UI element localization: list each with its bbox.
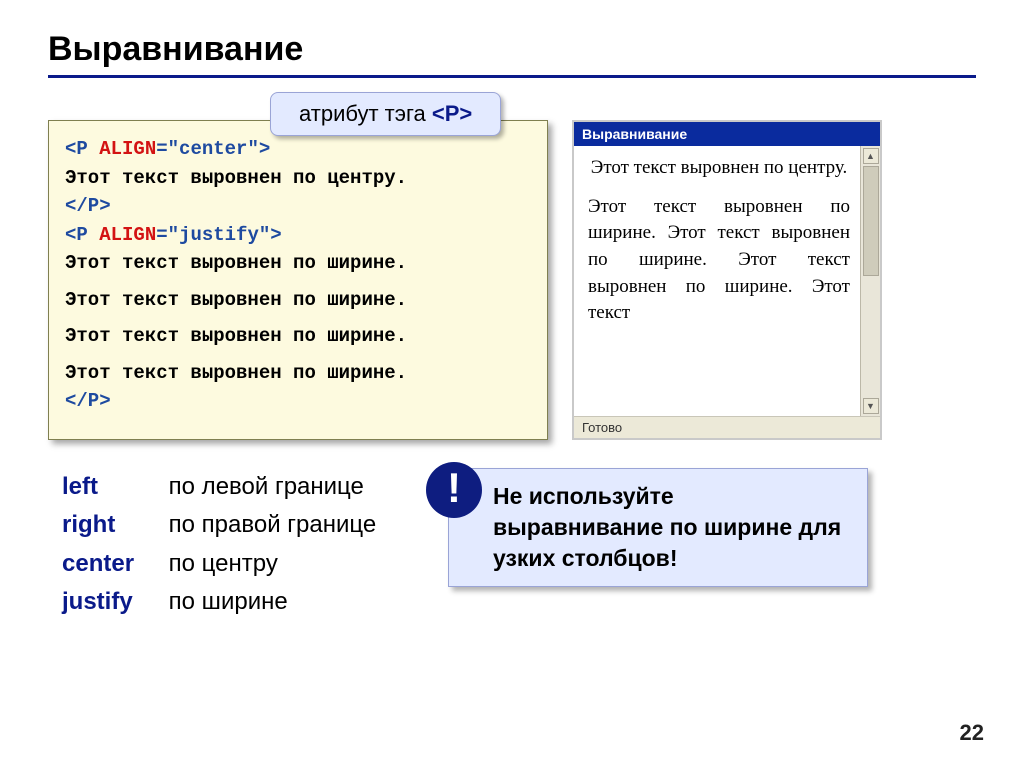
align-item-center: center по центру	[62, 545, 428, 583]
code-line: Этот текст выровнен по ширине.	[65, 322, 531, 351]
code-line: Этот текст выровнен по центру.	[65, 164, 531, 193]
scroll-up-button[interactable]: ▲	[863, 148, 879, 164]
align-keyword: left	[62, 468, 162, 506]
code-attr: ALIGN	[99, 224, 156, 246]
code-line: Этот текст выровнен по ширине.	[65, 249, 531, 278]
align-values-list: left по левой границе right по правой гр…	[48, 468, 428, 622]
browser-body: Этот текст выровнен по центру. Этот текс…	[574, 146, 860, 416]
align-keyword: center	[62, 545, 162, 583]
warning-text: Не используйте выравнивание по ширине дл…	[448, 468, 868, 587]
code-line: </P>	[65, 192, 531, 221]
code-line: <P ALIGN="justify">	[65, 221, 531, 250]
code-line: <P ALIGN="center">	[65, 135, 531, 164]
warning-block: ! Не используйте выравнивание по ширине …	[448, 468, 976, 587]
attribute-callout: атрибут тэга <P>	[270, 92, 501, 136]
exclamation-icon: !	[426, 462, 482, 518]
title-rule	[48, 75, 976, 78]
align-item-justify: justify по ширине	[62, 583, 428, 621]
align-keyword: right	[62, 506, 162, 544]
browser-titlebar: Выравнивание	[574, 122, 880, 146]
code-line: Этот текст выровнен по ширине.	[65, 286, 531, 315]
align-item-left: left по левой границе	[62, 468, 428, 506]
align-desc: по левой границе	[169, 473, 364, 500]
code-value: "justify"	[168, 224, 271, 246]
callout-tagname: <P>	[432, 101, 472, 126]
align-keyword: justify	[62, 583, 162, 621]
slide-title: Выравнивание	[48, 30, 976, 69]
slide-number: 22	[960, 720, 984, 746]
code-tag-close: >	[270, 224, 281, 246]
align-desc: по ширине	[169, 588, 288, 615]
align-desc: по центру	[169, 550, 278, 577]
scroll-thumb[interactable]	[863, 166, 879, 276]
preview-justified-text: Этот текст выровнен по ширине. Этот текс…	[588, 194, 850, 327]
code-tag-open: <P	[65, 138, 99, 160]
code-tag-close: </P>	[65, 390, 111, 412]
browser-preview: Выравнивание Этот текст выровнен по цент…	[572, 120, 882, 440]
code-tag-close: </P>	[65, 195, 111, 217]
align-desc: по правой границе	[169, 511, 377, 538]
code-tag-close: >	[259, 138, 270, 160]
code-line: Этот текст выровнен по ширине.	[65, 359, 531, 388]
code-value: "center"	[168, 138, 259, 160]
preview-centered-text: Этот текст выровнен по центру.	[588, 156, 850, 180]
code-eq: =	[156, 138, 167, 160]
browser-statusbar: Готово	[574, 416, 880, 438]
code-eq: =	[156, 224, 167, 246]
scroll-down-button[interactable]: ▼	[863, 398, 879, 414]
code-line: </P>	[65, 387, 531, 416]
code-attr: ALIGN	[99, 138, 156, 160]
code-example: <P ALIGN="center"> Этот текст выровнен п…	[48, 120, 548, 440]
scrollbar[interactable]: ▲ ▼	[860, 146, 880, 416]
code-tag-open: <P	[65, 224, 99, 246]
align-item-right: right по правой границе	[62, 506, 428, 544]
callout-prefix: атрибут тэга	[299, 101, 432, 126]
